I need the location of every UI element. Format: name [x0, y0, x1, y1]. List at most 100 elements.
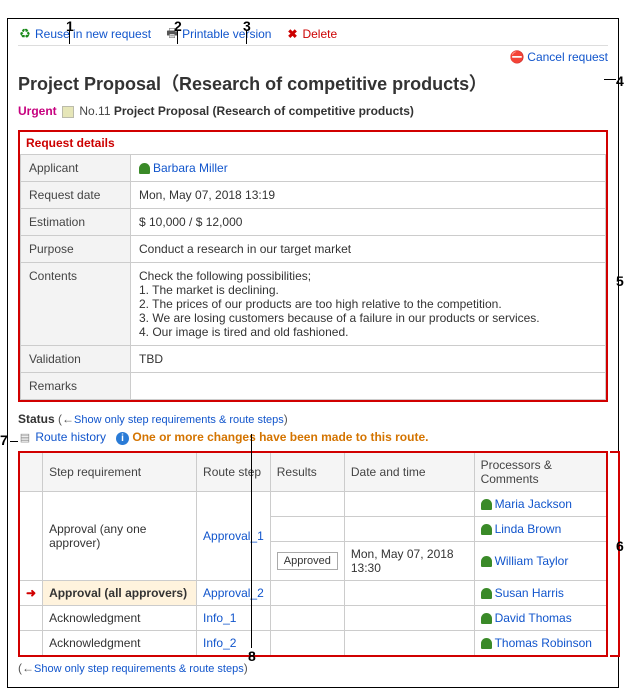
route-history-label: Route history [35, 430, 106, 444]
note-icon [62, 106, 74, 118]
callout-8: 8 [248, 648, 256, 664]
change-notice-text: One or more changes have been made to th… [132, 430, 428, 444]
table-row: Acknowledgment Info_1 David Thomas [19, 606, 607, 631]
callout-2: 2 [174, 18, 182, 34]
col-results: Results [270, 452, 344, 492]
col-route-step: Route step [197, 452, 271, 492]
route-step-link[interactable]: Info_1 [203, 611, 236, 625]
route-step-link[interactable]: Approval_2 [203, 586, 264, 600]
delete-label: Delete [302, 27, 337, 41]
cell-arrow [19, 492, 43, 581]
person-icon [481, 524, 492, 535]
person-icon [481, 638, 492, 649]
validation-value: TBD [131, 346, 606, 373]
cell-results [270, 517, 344, 542]
processor-link[interactable]: William Taylor [481, 554, 569, 568]
reuse-link[interactable]: ♻ Reuse in new request [18, 27, 151, 41]
callout-4: 4 [616, 73, 624, 89]
applicant-value[interactable]: Barbara Miller [139, 161, 228, 175]
request-date-label: Request date [21, 182, 131, 209]
cell-datetime [344, 631, 474, 657]
cell-datetime [344, 581, 474, 606]
route-step-link[interactable]: Approval_1 [203, 529, 264, 543]
request-number: No.11 [79, 104, 110, 118]
cancel-label: Cancel request [527, 50, 608, 64]
table-row: Approval (any one approver) Approval_1 M… [19, 492, 607, 517]
route-steps-table: Step requirement Route step Results Date… [18, 451, 608, 657]
contents-value: Check the following possibilities; 1. Th… [131, 263, 606, 346]
processor-link[interactable]: David Thomas [481, 611, 572, 625]
cell-requirement: Approval (all approvers) [43, 581, 197, 606]
toggle-steps-link-top[interactable]: Show only step requirements & route step… [74, 414, 284, 426]
table-row: ➜ Approval (all approvers) Approval_2 Su… [19, 581, 607, 606]
cell-datetime: Mon, May 07, 2018 13:30 [344, 542, 474, 581]
col-processors: Processors & Comments [474, 452, 607, 492]
route-step-link[interactable]: Info_2 [203, 636, 236, 650]
processor-link[interactable]: Linda Brown [481, 522, 562, 536]
cell-results [270, 492, 344, 517]
col-arrow [19, 452, 43, 492]
cell-results [270, 581, 344, 606]
cancel-request-link[interactable]: ⛔ Cancel request [510, 50, 608, 64]
processor-link[interactable]: Susan Harris [481, 586, 564, 600]
callout-7: 7 [0, 432, 8, 448]
route-history-link[interactable]: ▤ Route history [18, 430, 106, 445]
urgent-badge: Urgent [18, 104, 57, 118]
request-name: Project Proposal (Research of competitiv… [114, 104, 414, 118]
info-icon: i [116, 432, 129, 445]
toggle-steps-link-bottom[interactable]: Show only step requirements & route step… [34, 663, 244, 675]
cell-datetime [344, 517, 474, 542]
cell-requirement: Approval (any one approver) [43, 492, 197, 581]
purpose-label: Purpose [21, 236, 131, 263]
cell-results: Approved [270, 542, 344, 581]
col-datetime: Date and time [344, 452, 474, 492]
cell-results [270, 606, 344, 631]
person-icon [139, 163, 150, 174]
contents-label: Contents [21, 263, 131, 346]
cell-requirement: Acknowledgment [43, 606, 197, 631]
file-icon: ▤ [18, 431, 32, 445]
change-notice: i One or more changes have been made to … [116, 430, 428, 445]
stop-icon: ⛔ [510, 50, 524, 64]
callout-6: 6 [616, 538, 624, 554]
cell-arrow [19, 606, 43, 631]
x-icon: ✖ [285, 27, 299, 41]
callout-1: 1 [66, 18, 74, 34]
current-step-arrow: ➜ [19, 581, 43, 606]
printable-label: Printable version [182, 27, 271, 41]
callout-5: 5 [616, 273, 624, 289]
person-icon [481, 556, 492, 567]
callout-3: 3 [243, 18, 251, 34]
page-title: Project Proposal（Research of competitive… [18, 70, 608, 96]
request-details-title: Request details [20, 132, 606, 150]
reuse-label: Reuse in new request [35, 27, 151, 41]
person-icon [481, 499, 492, 510]
purpose-value: Conduct a research in our target market [131, 236, 606, 263]
request-details-box: Request details Applicant Barbara Miller… [18, 130, 608, 402]
delete-link[interactable]: ✖ Delete [285, 27, 337, 41]
cell-datetime [344, 492, 474, 517]
remarks-label: Remarks [21, 373, 131, 400]
request-date-value: Mon, May 07, 2018 13:19 [131, 182, 606, 209]
processor-link[interactable]: Maria Jackson [481, 497, 572, 511]
cell-results [270, 631, 344, 657]
estimation-label: Estimation [21, 209, 131, 236]
cell-datetime [344, 606, 474, 631]
person-icon [481, 613, 492, 624]
col-requirement: Step requirement [43, 452, 197, 492]
table-row: Acknowledgment Info_2 Thomas Robinson [19, 631, 607, 657]
approved-badge: Approved [277, 552, 338, 570]
remarks-value [131, 373, 606, 400]
cell-arrow [19, 631, 43, 657]
request-details-table: Applicant Barbara Miller Request date Mo… [20, 154, 606, 400]
estimation-value: $ 10,000 / $ 12,000 [131, 209, 606, 236]
recycle-icon: ♻ [18, 27, 32, 41]
processor-link[interactable]: Thomas Robinson [481, 636, 592, 650]
applicant-label: Applicant [21, 155, 131, 182]
validation-label: Validation [21, 346, 131, 373]
person-icon [481, 588, 492, 599]
status-line: Status (←Show only step requirements & r… [18, 412, 608, 426]
subline: Urgent No.11 Project Proposal (Research … [18, 104, 608, 118]
cell-requirement: Acknowledgment [43, 631, 197, 657]
status-label: Status [18, 412, 55, 426]
